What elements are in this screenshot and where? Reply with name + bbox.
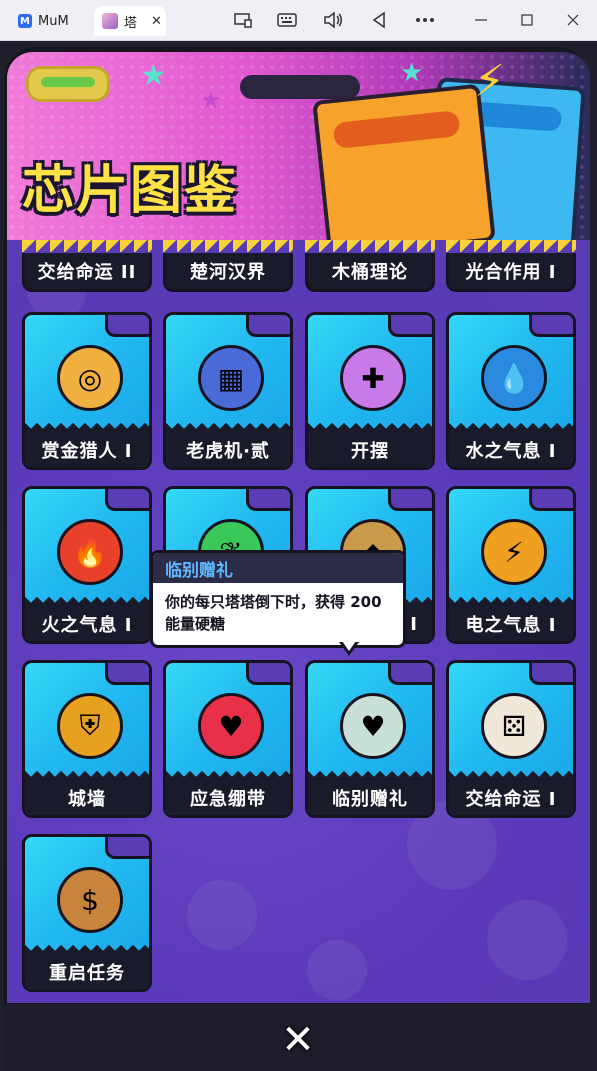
chip-card[interactable]: ▦ 老虎机·贰 xyxy=(163,312,293,470)
chip-card-body: ♥ 应急绷带 xyxy=(163,660,293,818)
screen-icon[interactable] xyxy=(232,9,254,31)
chip-label: 临别赠礼 xyxy=(308,781,432,815)
volume-icon[interactable] xyxy=(322,9,344,31)
chip-card[interactable]: 💧 水之气息 I xyxy=(446,312,576,470)
lightning-bolt-icon: ⚡ xyxy=(474,56,505,107)
chip-card-body: 🔥 火之气息 I xyxy=(22,486,152,644)
chip-label: 应急绷带 xyxy=(166,781,290,815)
tooltip-description: 你的每只塔塔倒下时，获得 200 能量硬糖 xyxy=(165,593,382,633)
chip-label: 光合作用 I xyxy=(446,253,576,292)
chip-card-body: 💧 水之气息 I xyxy=(446,312,576,470)
chip-card[interactable]: ♥ 临别赠礼 xyxy=(305,660,435,818)
card-folder-tab xyxy=(105,315,149,337)
chip-card[interactable]: ◎ 赏金猎人 I xyxy=(22,312,152,470)
card-folder-tab xyxy=(105,489,149,511)
chip-label: 赏金猎人 I xyxy=(25,433,149,467)
chip-card-body: ⚄ 交给命运 I xyxy=(446,660,576,818)
chip-label: 重启任务 xyxy=(25,955,149,989)
chip-label: 开摆 xyxy=(308,433,432,467)
star-icon: ★ xyxy=(200,86,222,114)
chip-card[interactable]: 🔥 火之气息 I xyxy=(22,486,152,644)
card-folder-tab xyxy=(105,837,149,859)
chip-label: 交给命运 I xyxy=(449,781,573,815)
shield-icon: ⛨ xyxy=(57,693,123,759)
chip-label: 火之气息 I xyxy=(25,607,149,641)
chip-label: 交给命运 II xyxy=(22,253,152,292)
chip-label: 水之气息 I xyxy=(449,433,573,467)
card-folder-tab xyxy=(529,489,573,511)
mumu-logo-icon: M xyxy=(18,14,32,28)
chip-card-body: ▦ 老虎机·贰 xyxy=(163,312,293,470)
chip-card-body: ⚡ 电之气息 I xyxy=(446,486,576,644)
money-bag-icon: $ xyxy=(57,867,123,933)
chip-card-body: ◎ 赏金猎人 I xyxy=(22,312,152,470)
tab-game[interactable]: 塔 ✕ xyxy=(94,6,166,36)
chip-card[interactable]: ⛨ 城墙 xyxy=(22,660,152,818)
game-logo-icon xyxy=(102,13,118,29)
chip-card[interactable]: 光合作用 I xyxy=(446,240,576,292)
maximize-icon[interactable] xyxy=(516,9,538,31)
card-folder-tab xyxy=(388,315,432,337)
chip-label: 木桶理论 xyxy=(305,253,435,292)
chip-label: 城墙 xyxy=(25,781,149,815)
water-drop-icon: 💧 xyxy=(481,345,547,411)
hanger-badge-icon xyxy=(26,66,110,102)
bounty-hunter-icon: ◎ xyxy=(57,345,123,411)
back-icon[interactable] xyxy=(368,9,390,31)
chip-card[interactable]: ⚡ 电之气息 I xyxy=(446,486,576,644)
bandage-heart-icon: ♥ xyxy=(198,693,264,759)
chip-card-orange-icon xyxy=(312,83,496,259)
lightning-icon: ⚡ xyxy=(481,519,547,585)
chip-label: 电之气息 I xyxy=(449,607,573,641)
star-icon: ★ xyxy=(400,58,424,88)
chip-card-body: ⛨ 城墙 xyxy=(22,660,152,818)
keyboard-icon[interactable] xyxy=(276,9,298,31)
tab-mumu[interactable]: M MuM xyxy=(10,6,88,36)
chip-tooltip: 临别赠礼 你的每只塔塔倒下时，获得 200 能量硬糖 xyxy=(150,550,406,656)
chip-card[interactable]: 交给命运 II xyxy=(22,240,152,292)
card-folder-tab xyxy=(529,663,573,685)
tab-close-icon[interactable]: ✕ xyxy=(151,14,162,29)
window-titlebar: M MuM 塔 ✕ xyxy=(0,0,597,41)
close-icon[interactable] xyxy=(562,9,584,31)
chip-label: 楚河汉界 xyxy=(163,253,293,292)
more-icon[interactable] xyxy=(414,9,436,31)
chip-label: 老虎机·贰 xyxy=(166,433,290,467)
chip-card[interactable]: 楚河汉界 xyxy=(163,240,293,292)
page-title: 芯片图鉴 xyxy=(22,161,239,221)
chip-card[interactable]: ✚ 开摆 xyxy=(305,312,435,470)
card-folder-tab xyxy=(246,489,290,511)
tab-label: 塔 xyxy=(124,15,138,31)
card-folder-tab xyxy=(246,663,290,685)
card-folder-tab xyxy=(388,663,432,685)
tooltip-title: 临别赠礼 xyxy=(153,553,403,583)
chip-card-body: $ 重启任务 xyxy=(22,834,152,992)
close-button[interactable]: ✕ xyxy=(278,1017,318,1063)
farewell-gift-icon: ♥ xyxy=(340,693,406,759)
star-icon: ★ xyxy=(140,58,167,93)
chip-card-body: ✚ 开摆 xyxy=(305,312,435,470)
dice-icon: ⚄ xyxy=(481,693,547,759)
tab-label: MuM xyxy=(38,13,69,29)
chip-card[interactable]: ⚄ 交给命运 I xyxy=(446,660,576,818)
chip-card-body: ♥ 临别赠礼 xyxy=(305,660,435,818)
card-folder-tab xyxy=(246,315,290,337)
gamepad-icon: ✚ xyxy=(340,345,406,411)
chip-card[interactable]: 木桶理论 xyxy=(305,240,435,292)
slot-machine-icon: ▦ xyxy=(198,345,264,411)
fire-icon: 🔥 xyxy=(57,519,123,585)
chip-card[interactable]: ♥ 应急绷带 xyxy=(163,660,293,818)
hanger-bar xyxy=(240,75,360,99)
minimize-icon[interactable] xyxy=(470,9,492,31)
card-folder-tab xyxy=(105,663,149,685)
card-folder-tab xyxy=(388,489,432,511)
card-folder-tab xyxy=(529,315,573,337)
chip-card[interactable]: $ 重启任务 xyxy=(22,834,152,992)
